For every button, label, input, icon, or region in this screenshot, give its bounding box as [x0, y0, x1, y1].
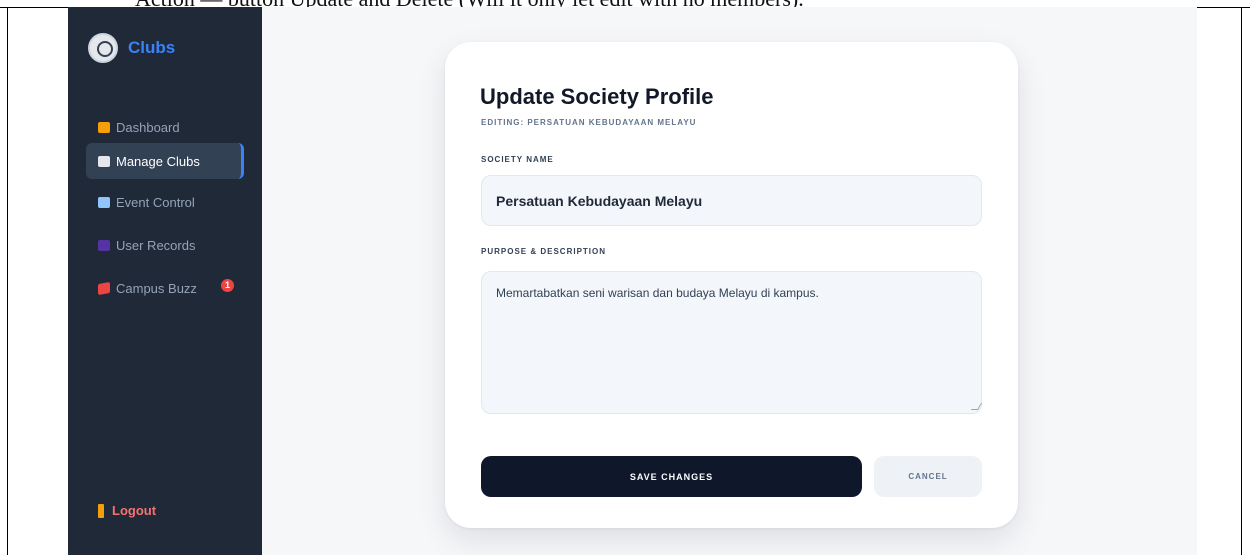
society-name-input[interactable] [481, 175, 982, 226]
users-icon [98, 239, 110, 251]
notification-badge: 1 [221, 279, 234, 292]
sidebar-item-label: User Records [116, 237, 196, 253]
brand[interactable]: Clubs [88, 33, 175, 63]
page-subtitle: EDITING: PERSATUAN KEBUDAYAAN MELAYU [481, 118, 697, 127]
update-society-card: Update Society Profile EDITING: PERSATUA… [445, 42, 1018, 528]
club-logo-icon [88, 33, 118, 63]
megaphone-icon [98, 281, 110, 295]
sidebar-item-manage-clubs[interactable]: Manage Clubs [86, 143, 244, 179]
sidebar-item-event-control[interactable]: Event Control [86, 184, 244, 220]
sidebar-item-label: Event Control [116, 194, 195, 210]
sidebar-item-label: Manage Clubs [116, 153, 200, 169]
calendar-icon [98, 196, 110, 208]
logout-button[interactable]: Logout [98, 503, 156, 518]
page-title: Update Society Profile [480, 84, 714, 109]
table-border-right [1241, 7, 1242, 555]
society-name-label: SOCIETY NAME [481, 155, 554, 164]
app-window: Clubs Dashboard Manage Clubs Event Contr… [68, 7, 1197, 555]
sidebar-item-dashboard[interactable]: Dashboard [86, 109, 244, 145]
bank-icon [98, 155, 110, 167]
brand-name: Clubs [128, 38, 176, 57]
sidebar: Clubs Dashboard Manage Clubs Event Contr… [68, 7, 262, 555]
house-icon [98, 121, 110, 133]
description-label: PURPOSE & DESCRIPTION [481, 247, 607, 256]
logout-label: Logout [112, 503, 157, 518]
sidebar-item-campus-buzz[interactable]: Campus Buzz 1 [86, 270, 244, 306]
sidebar-item-user-records[interactable]: User Records [86, 227, 244, 263]
table-border-left [7, 7, 8, 555]
sidebar-item-label: Campus Buzz [116, 280, 197, 296]
sidebar-item-label: Dashboard [116, 119, 180, 135]
door-icon [98, 503, 104, 518]
save-changes-button[interactable]: SAVE CHANGES [481, 456, 862, 497]
description-textarea[interactable]: Memartabatkan seni warisan dan budaya Me… [481, 271, 982, 414]
cancel-button[interactable]: CANCEL [874, 456, 982, 497]
